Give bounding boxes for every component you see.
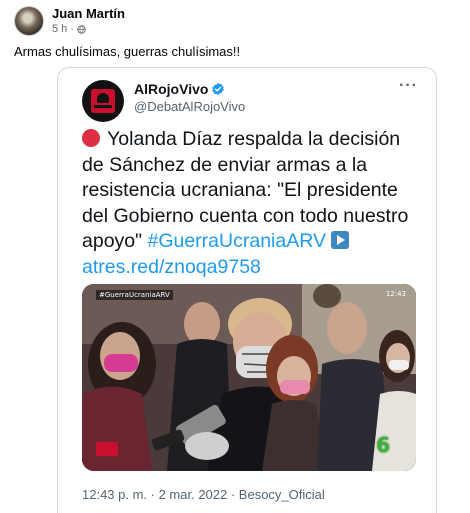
tweet-hashtag[interactable]: #GuerraUcraniaARV <box>147 230 325 252</box>
more-options-icon[interactable]: ··· <box>399 77 418 95</box>
tweet-text-block: Yolanda Díaz respalda la decisión de Sán… <box>82 127 422 280</box>
tweet-handle[interactable]: @DebatAlRojoVivo <box>134 99 245 114</box>
globe-icon <box>77 24 86 34</box>
post-time[interactable]: 5 h <box>52 22 67 36</box>
media-hashtag-overlay: #GuerraUcraniaARV <box>96 290 173 300</box>
tweet-avatar[interactable] <box>82 80 124 122</box>
tweet-link[interactable]: atres.red/znoqa9758 <box>82 256 261 278</box>
author-name[interactable]: Juan Martín <box>52 6 125 22</box>
press-scene-image <box>82 284 416 471</box>
tweet-author-row: AlRojoVivo <box>134 81 225 97</box>
tweet-footer[interactable]: 12:43 p. m. · 2 mar. 2022 · Besocy_Ofici… <box>82 487 325 502</box>
embedded-tweet[interactable]: AlRojoVivo @DebatAlRojoVivo ··· Yolanda … <box>57 67 437 513</box>
post-text: Armas chulísimas, guerras chulísimas!! <box>14 44 241 59</box>
lasexta-logo-icon: 6 <box>376 433 390 457</box>
tweet-author-name[interactable]: AlRojoVivo <box>134 81 208 97</box>
author-meta: Juan Martín 5 h · <box>52 6 125 36</box>
facebook-post: Juan Martín 5 h · Armas chulísimas, guer… <box>0 0 470 513</box>
verified-badge-icon <box>212 82 225 96</box>
alrojovivo-logo <box>91 89 115 113</box>
channel-logo-number: 6 <box>376 433 390 457</box>
media-time-overlay: 12:43 <box>385 290 406 298</box>
post-timestamp-row: 5 h · <box>52 22 125 36</box>
author-avatar[interactable] <box>14 6 44 36</box>
tweet-media-image[interactable]: #GuerraUcraniaARV 12:43 6 <box>82 284 416 471</box>
red-circle-icon <box>82 129 100 147</box>
separator: · <box>70 23 74 35</box>
play-button-icon <box>331 231 350 249</box>
post-header: Juan Martín 5 h · <box>14 6 125 36</box>
